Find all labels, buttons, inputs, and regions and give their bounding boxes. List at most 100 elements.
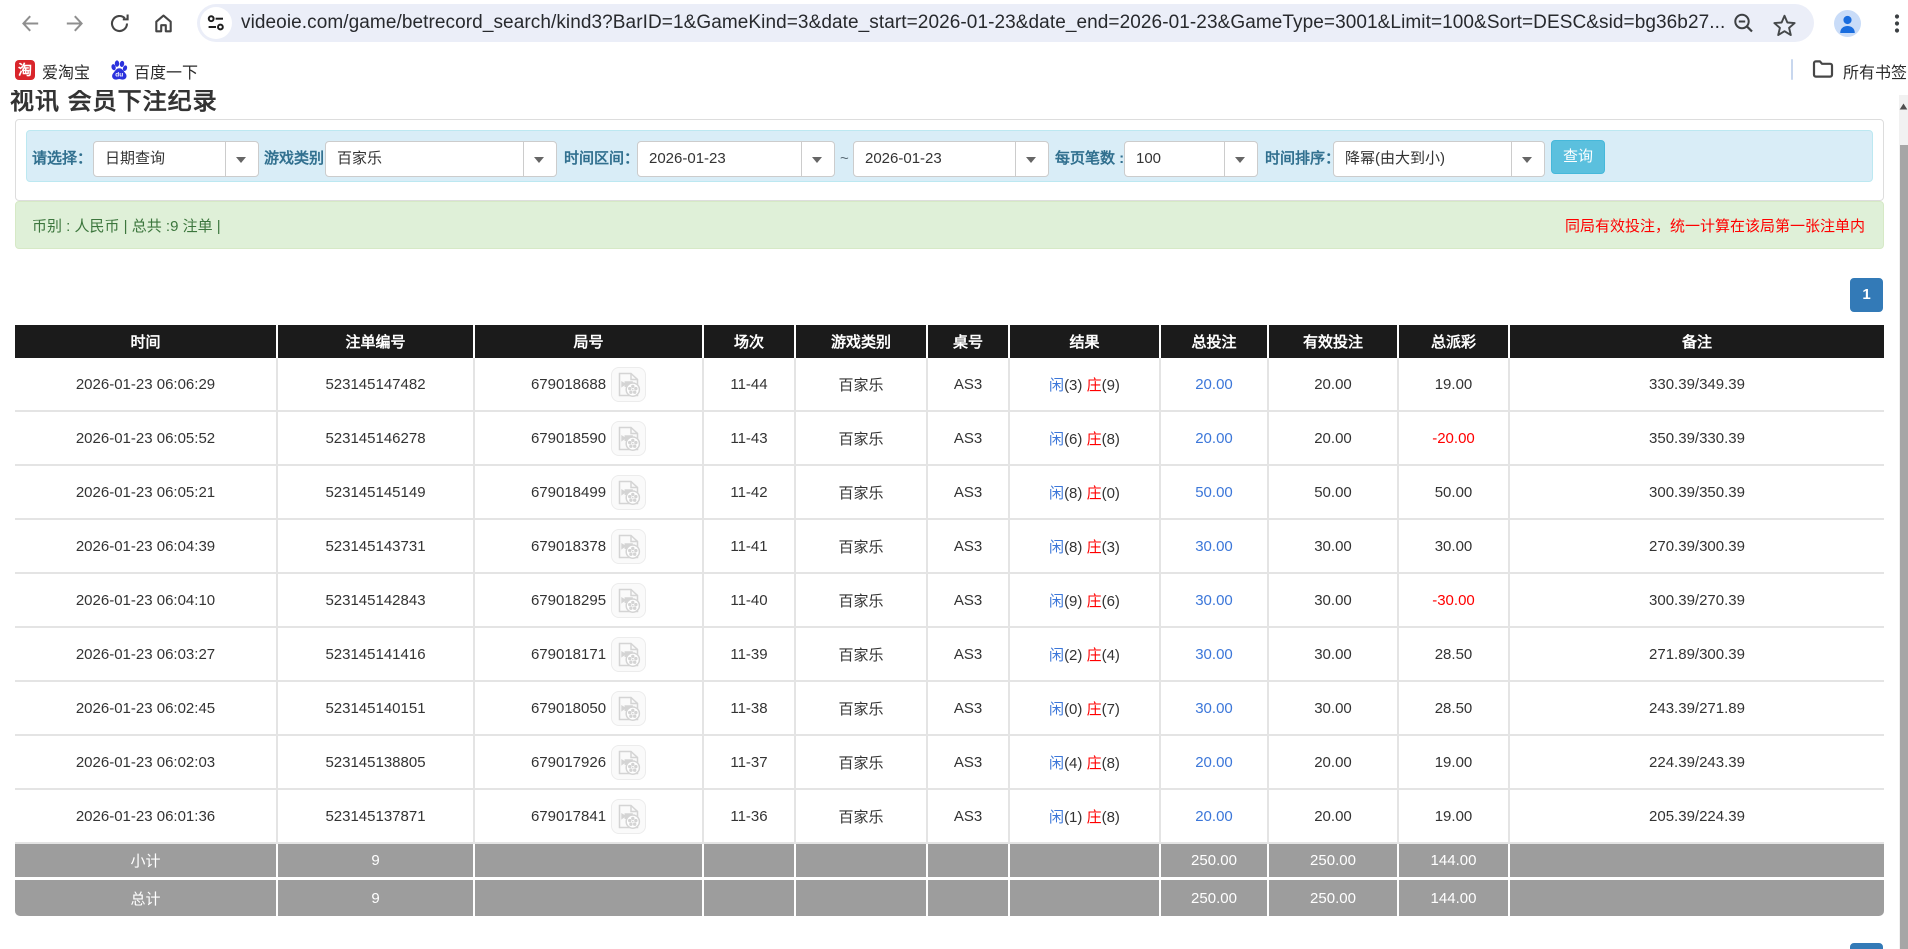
cell-bet-id: 523145145149 [278, 466, 475, 520]
date-start-combobox[interactable]: 2026-01-23 [637, 141, 835, 177]
per-page-combobox[interactable]: 100 [1124, 141, 1258, 177]
game-kind-label: 游戏类别 [264, 151, 324, 167]
select-type-dropdown-button[interactable] [225, 142, 258, 176]
bookmark-taobao[interactable]: 爱淘宝 [42, 59, 90, 83]
per-page-label: 每页笔数 : [1055, 151, 1124, 167]
result-player-score: (1) [1064, 809, 1082, 826]
cell-result: 闲(8) 庄(0) [1010, 466, 1161, 520]
cell-round-id: 679018688 [475, 358, 704, 412]
bookmark-baidu[interactable]: 百度一下 [134, 59, 198, 83]
video-replay-button[interactable] [611, 583, 646, 618]
video-replay-button[interactable] [611, 799, 646, 834]
reload-icon[interactable] [109, 13, 130, 34]
cell-table-no: AS3 [928, 682, 1010, 736]
pagination-page-1-bottom[interactable]: 1 [1850, 943, 1883, 949]
cell-bet-id: 523145146278 [278, 412, 475, 466]
result-banker-score: (6) [1102, 593, 1120, 610]
select-type-combobox[interactable]: 日期查询 [93, 141, 259, 177]
cell-valid-bet: 30.00 [1269, 628, 1399, 682]
scrollbar-thumb[interactable] [1900, 145, 1908, 949]
forward-icon[interactable] [64, 13, 85, 34]
sort-dropdown-button[interactable] [1511, 142, 1544, 176]
video-replay-button[interactable] [611, 691, 646, 726]
cell-result: 闲(6) 庄(8) [1010, 412, 1161, 466]
menu-kebab-icon[interactable] [1893, 13, 1901, 34]
cell-valid-bet: 50.00 [1269, 466, 1399, 520]
bet-record-table: 时间注单编号局号场次游戏类别桌号结果总投注有效投注总派彩备注 2026-01-2… [15, 325, 1884, 916]
cell-session: 11-37 [704, 736, 796, 790]
game-kind-combobox[interactable]: 百家乐 [325, 141, 557, 177]
profile-avatar[interactable] [1834, 10, 1861, 37]
cell-game-kind: 百家乐 [796, 574, 928, 628]
cell-time: 2026-01-23 06:02:03 [15, 736, 278, 790]
column-header: 注单编号 [278, 325, 475, 358]
video-replay-button[interactable] [611, 475, 646, 510]
video-replay-button[interactable] [611, 745, 646, 780]
date-end-dropdown-button[interactable] [1015, 142, 1048, 176]
url-bar[interactable]: videoie.com/game/betrecord_search/kind3?… [197, 4, 1814, 42]
result-player-label: 闲 [1049, 377, 1064, 394]
cell-session: 11-43 [704, 412, 796, 466]
video-replay-button[interactable] [611, 421, 646, 456]
result-banker-label: 庄 [1087, 647, 1102, 664]
date-range-tilde: ~ [840, 150, 849, 167]
round-id-text: 679018378 [531, 538, 606, 555]
subtotal-row: 小计9250.00250.00144.00 [15, 844, 1884, 880]
cell-round-id: 679017841 [475, 790, 704, 844]
cell-time: 2026-01-23 06:02:45 [15, 682, 278, 736]
bookmark-star-icon[interactable] [1773, 14, 1796, 36]
table-row: 2026-01-23 06:05:21 523145145149 6790184… [15, 466, 1884, 520]
search-button[interactable]: 查询 [1551, 140, 1605, 174]
per-page-dropdown-button[interactable] [1224, 142, 1257, 176]
result-banker-score: (7) [1102, 701, 1120, 718]
cell-game-kind: 百家乐 [796, 628, 928, 682]
cell-note: 271.89/300.39 [1510, 628, 1884, 682]
cell-payout: 30.00 [1399, 520, 1510, 574]
game-kind-dropdown-button[interactable] [523, 142, 556, 176]
column-header: 时间 [15, 325, 278, 358]
result-player-label: 闲 [1049, 431, 1064, 448]
date-start-dropdown-button[interactable] [801, 142, 834, 176]
video-replay-button[interactable] [611, 367, 646, 402]
home-icon[interactable] [153, 13, 174, 34]
all-bookmarks-label[interactable]: 所有书签 [1843, 59, 1907, 83]
round-id-text: 679018590 [531, 430, 606, 447]
cell-round-id: 679018050 [475, 682, 704, 736]
scrollbar-track[interactable] [1899, 95, 1908, 949]
sort-combobox[interactable]: 降幂(由大到小) [1333, 141, 1545, 177]
table-body: 2026-01-23 06:06:29 523145147482 6790186… [15, 358, 1884, 916]
site-info-chip[interactable] [200, 7, 232, 39]
cell-result: 闲(2) 庄(4) [1010, 628, 1161, 682]
cell-time: 2026-01-23 06:05:21 [15, 466, 278, 520]
bookmarks-divider [1791, 59, 1793, 80]
pagination-page-1-top[interactable]: 1 [1850, 278, 1883, 312]
cell-table-no: AS3 [928, 574, 1010, 628]
zoom-out-icon[interactable] [1733, 13, 1755, 36]
cell-time: 2026-01-23 06:04:39 [15, 520, 278, 574]
summary-cell [928, 844, 1010, 880]
video-replay-button[interactable] [611, 529, 646, 564]
back-icon[interactable] [20, 13, 41, 34]
result-player-score: (8) [1064, 485, 1082, 502]
cell-total-bet: 50.00 [1161, 466, 1269, 520]
date-start-value: 2026-01-23 [649, 142, 726, 176]
result-banker-score: (8) [1102, 431, 1120, 448]
result-player-score: (8) [1064, 539, 1082, 556]
summary-cell [1010, 844, 1161, 880]
cell-game-kind: 百家乐 [796, 790, 928, 844]
taobao-favicon: 淘 [15, 60, 35, 80]
per-page-value: 100 [1136, 142, 1161, 176]
result-player-label: 闲 [1049, 701, 1064, 718]
result-player-score: (2) [1064, 647, 1082, 664]
cell-note: 224.39/243.39 [1510, 736, 1884, 790]
cell-note: 330.39/349.39 [1510, 358, 1884, 412]
result-player-label: 闲 [1049, 485, 1064, 502]
cell-session: 11-42 [704, 466, 796, 520]
select-type-value: 日期查询 [105, 142, 165, 176]
video-replay-button[interactable] [611, 637, 646, 672]
url-text[interactable]: videoie.com/game/betrecord_search/kind3?… [241, 4, 1731, 42]
cell-note: 300.39/270.39 [1510, 574, 1884, 628]
date-end-combobox[interactable]: 2026-01-23 [853, 141, 1049, 177]
cell-time: 2026-01-23 06:05:52 [15, 412, 278, 466]
result-banker-label: 庄 [1087, 593, 1102, 610]
